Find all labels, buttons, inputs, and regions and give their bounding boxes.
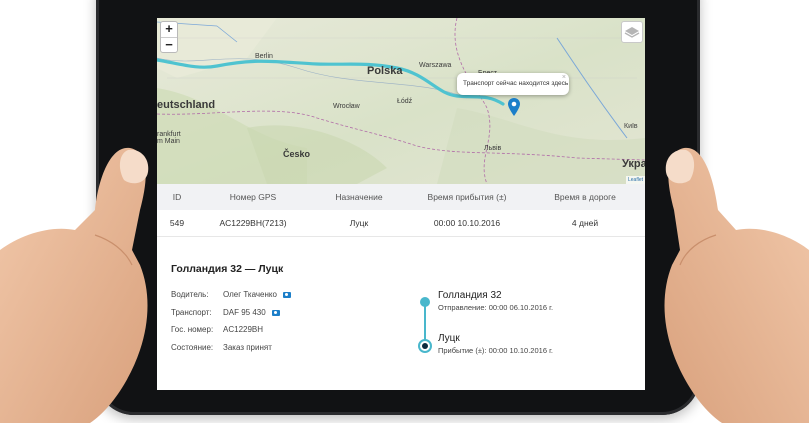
driver-label: Водитель: <box>171 290 209 299</box>
map-layers-button[interactable] <box>621 21 643 43</box>
map-label-kyiv: Київ <box>624 123 638 130</box>
col-header-destination: Назначение <box>335 192 383 202</box>
col-header-gps: Номер GPS <box>229 192 277 202</box>
popup-text: Транспорт сейчас находится здесь <box>463 80 569 87</box>
map-zoom-control: + − <box>160 21 178 53</box>
tracking-map[interactable]: Berlin Polska Warszawa Брест eutschland … <box>157 18 645 184</box>
col-header-arrival: Время прибытия (±) <box>427 192 507 202</box>
right-hand-image <box>664 147 809 423</box>
map-label-polska: Polska <box>367 65 403 77</box>
zoom-out-button[interactable]: − <box>161 37 177 52</box>
status-info: Состояние: Заказ принят <box>171 343 272 352</box>
origin-departure: Отправление: 00:00 06.10.2016 г. <box>438 303 554 312</box>
route-title: Голландия 32 — Луцк <box>171 263 284 275</box>
camera-icon[interactable] <box>282 291 291 298</box>
table-header-row: ID Номер GPS Назначение Время прибытия (… <box>157 184 645 210</box>
timeline-destination-dot <box>418 339 432 353</box>
camera-icon[interactable] <box>271 309 280 316</box>
origin-name: Голландия 32 <box>438 290 502 301</box>
cell-gps: AC1229BH(7213) <box>219 218 287 228</box>
map-label-berlin: Berlin <box>255 53 273 60</box>
cell-transit: 4 дней <box>571 218 599 228</box>
vehicle-info: Транспорт: DAF 95 430 <box>171 308 280 317</box>
cell-destination: Луцк <box>349 218 369 228</box>
product-mockup: Berlin Polska Warszawa Брест eutschland … <box>0 0 809 423</box>
table-row[interactable]: 549 AC1229BH(7213) Луцк 00:00 10.10.2016… <box>157 210 645 237</box>
driver-value: Олег Ткаченко <box>223 290 277 299</box>
destination-name: Луцк <box>438 333 460 344</box>
destination-arrival: Прибытие (±): 00:00 10.10.2016 г. <box>438 346 553 355</box>
left-hand-image <box>0 147 149 423</box>
col-header-transit: Время в дороге <box>554 192 616 202</box>
timeline-origin-dot <box>420 297 430 307</box>
shipment-table: ID Номер GPS Назначение Время прибытия (… <box>157 184 645 237</box>
cell-arrival: 00:00 10.10.2016 <box>433 218 501 228</box>
vehicle-location-pin-icon[interactable] <box>508 98 520 116</box>
tablet-screen: Berlin Polska Warszawa Брест eutschland … <box>157 18 645 390</box>
vehicle-label: Транспорт: <box>171 308 212 317</box>
status-value: Заказ принят <box>223 343 272 352</box>
plate-label: Гос. номер: <box>171 325 214 334</box>
vehicle-value: DAF 95 430 <box>223 308 266 317</box>
map-label-lviv: Львів <box>484 145 502 152</box>
vehicle-location-popup: Транспорт сейчас находится здесь × <box>457 73 569 95</box>
map-label-warszawa: Warszawa <box>419 62 452 69</box>
map-label-lodz: Łódź <box>397 98 413 105</box>
zoom-in-button[interactable]: + <box>161 22 177 37</box>
driver-info: Водитель: Олег Ткаченко <box>171 290 291 299</box>
status-label: Состояние: <box>171 343 214 352</box>
plate-value: AC1229BH <box>223 325 264 334</box>
plate-info: Гос. номер: AC1229BH <box>171 325 263 334</box>
map-label-wroclaw: Wrocław <box>333 103 360 110</box>
popup-close-button[interactable]: × <box>562 74 566 81</box>
map-label-cesko: Česko <box>283 149 311 159</box>
map-label-deutschland: eutschland <box>157 99 216 111</box>
layers-icon <box>624 27 640 38</box>
